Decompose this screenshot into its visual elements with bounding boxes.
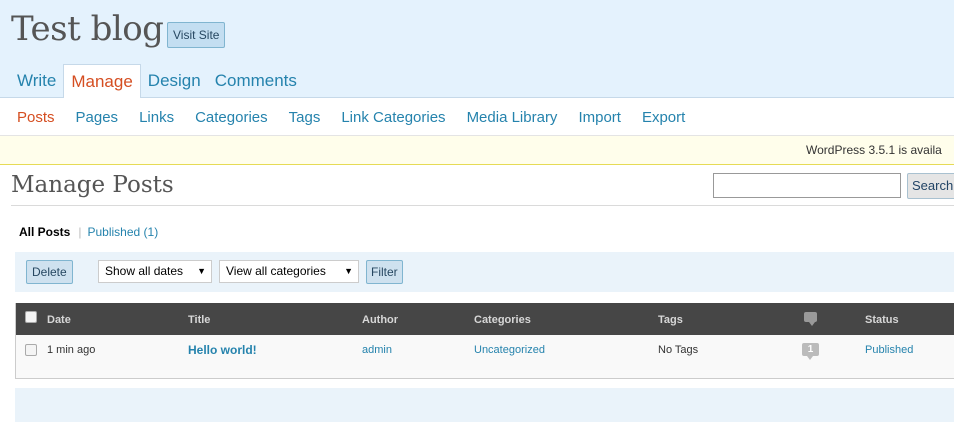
update-notice-text[interactable]: WordPress 3.5.1 is availa xyxy=(806,143,942,157)
date-select[interactable]: Show all dates ▼ xyxy=(98,260,212,283)
comment-count: 1 xyxy=(807,344,814,355)
column-title: Title xyxy=(188,314,211,326)
subnav-export[interactable]: Export xyxy=(642,109,685,126)
column-author: Author xyxy=(362,314,399,326)
blog-title: Test blog xyxy=(11,9,164,49)
page-title: Manage Posts xyxy=(11,172,174,198)
category-select[interactable]: View all categories ▼ xyxy=(219,260,359,283)
column-categories: Categories xyxy=(474,314,531,326)
cell-tags: No Tags xyxy=(658,344,699,356)
subnav-pages[interactable]: Pages xyxy=(76,109,119,126)
tab-design[interactable]: Design xyxy=(141,64,208,98)
subnav-media-library[interactable]: Media Library xyxy=(467,109,558,126)
update-notice: WordPress 3.5.1 is availa xyxy=(0,136,954,165)
table-header: Date Title Author Categories Tags Status xyxy=(16,303,954,335)
table-navigation: Delete Show all dates ▼ View all categor… xyxy=(15,252,954,292)
table-row: 1 min ago Hello world! admin Uncategoriz… xyxy=(16,335,954,378)
subnav-posts[interactable]: Posts xyxy=(17,109,55,126)
filter-all-posts[interactable]: All Posts xyxy=(19,225,70,239)
post-status-filters: All Posts | Published (1) xyxy=(19,225,158,239)
site-header: Test blog Visit Site Write Manage Design… xyxy=(0,0,954,99)
filter-published[interactable]: Published (1) xyxy=(87,225,158,239)
subnav-links[interactable]: Links xyxy=(139,109,174,126)
status-link[interactable]: Published xyxy=(865,344,913,356)
sub-navigation: Posts Pages Links Categories Tags Link C… xyxy=(0,98,954,136)
delete-button[interactable]: Delete xyxy=(26,260,73,284)
cell-date: 1 min ago xyxy=(47,344,96,356)
subnav-link-categories[interactable]: Link Categories xyxy=(341,109,445,126)
comment-bubble-icon xyxy=(804,312,817,326)
column-date: Date xyxy=(47,314,71,326)
dropdown-arrow-icon: ▼ xyxy=(197,266,206,276)
comment-count-icon[interactable]: 1 xyxy=(802,343,819,360)
dropdown-arrow-icon: ▼ xyxy=(344,266,353,276)
select-all-checkbox[interactable] xyxy=(25,311,37,323)
filter-separator: | xyxy=(78,225,82,239)
column-status: Status xyxy=(865,314,899,326)
filter-button[interactable]: Filter xyxy=(366,260,403,284)
tab-comments[interactable]: Comments xyxy=(208,64,304,98)
column-tags: Tags xyxy=(658,314,683,326)
row-checkbox[interactable] xyxy=(25,344,37,356)
search-button[interactable]: Search xyxy=(907,173,954,199)
posts-table: Date Title Author Categories Tags Status… xyxy=(15,303,954,379)
category-link[interactable]: Uncategorized xyxy=(474,344,545,356)
category-select-value: View all categories xyxy=(226,264,326,278)
date-select-value: Show all dates xyxy=(105,264,184,278)
search-input[interactable] xyxy=(713,173,901,198)
post-title-link[interactable]: Hello world! xyxy=(188,343,257,357)
bottom-table-navigation xyxy=(15,388,954,422)
tab-manage[interactable]: Manage xyxy=(63,64,141,99)
subnav-import[interactable]: Import xyxy=(578,109,621,126)
subnav-tags[interactable]: Tags xyxy=(289,109,321,126)
main-tabs: Write Manage Design Comments xyxy=(10,64,304,99)
subnav-categories[interactable]: Categories xyxy=(195,109,268,126)
visit-site-button[interactable]: Visit Site xyxy=(167,22,226,48)
tab-write[interactable]: Write xyxy=(10,64,63,98)
heading-divider xyxy=(11,205,954,206)
author-link[interactable]: admin xyxy=(362,344,392,356)
